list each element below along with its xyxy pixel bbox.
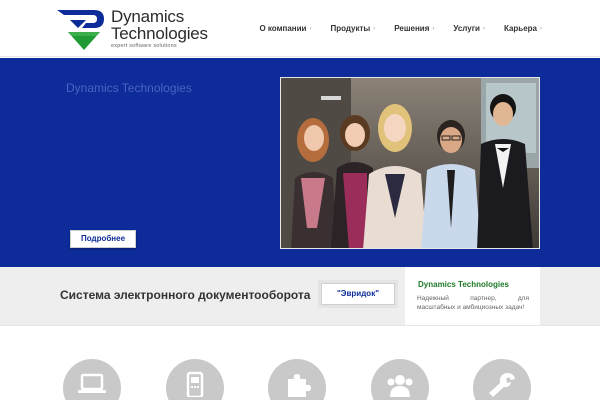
hero-slider: Dynamics Technologies Подробнее [0, 58, 600, 267]
wrench-icon [489, 373, 515, 397]
nav-item-about[interactable]: О компании › [259, 24, 311, 33]
service-users-button[interactable] [371, 359, 429, 400]
nav-item-services[interactable]: Услуги › [453, 24, 485, 33]
main-nav: О компании › Продукты › Решения › Услуги… [240, 24, 542, 33]
company-infobox: Dynamics Technologies Надежный партнер, … [405, 267, 540, 325]
mobile-phone-icon [186, 371, 204, 397]
nav-item-label: Карьера [503, 24, 537, 33]
chevron-right-icon: › [309, 25, 312, 32]
chevron-right-icon: › [373, 25, 376, 32]
company-name-line1: Dynamics [111, 7, 185, 26]
nav-item-label: Решения [394, 24, 430, 33]
banner-heading: Система электронного документооборота [60, 288, 311, 302]
evridok-button[interactable]: "Эвридок" [321, 283, 395, 305]
puzzle-icon [288, 374, 311, 397]
users-group-icon [387, 375, 413, 397]
nav-item-label: Продукты [330, 24, 371, 33]
nav-item-solutions[interactable]: Решения › [394, 24, 434, 33]
service-mobile-button[interactable] [166, 359, 224, 400]
hero-title: Dynamics Technologies [66, 81, 192, 95]
infobox-title: Dynamics Technologies [418, 280, 509, 289]
service-laptop-button[interactable] [63, 359, 121, 400]
company-logo-icon[interactable] [56, 9, 106, 51]
team-photo [280, 77, 540, 249]
more-button[interactable]: Подробнее [70, 230, 136, 248]
infobox-text: Надежный партнер, для масштабных и амбиц… [417, 295, 529, 311]
nav-item-label: О компании [259, 24, 307, 33]
chevron-right-icon: › [540, 25, 542, 32]
company-tagline: expert software solutions [111, 43, 177, 49]
company-name-line2: Technologies [111, 24, 208, 43]
laptop-icon [78, 373, 106, 393]
site-header: Dynamics Technologies expert software so… [0, 0, 600, 57]
nav-item-products[interactable]: Продукты › [330, 24, 375, 33]
company-name: Dynamics Technologies [111, 8, 208, 42]
nav-item-career[interactable]: Карьера › [504, 24, 542, 33]
service-wrench-button[interactable] [473, 359, 531, 400]
chevron-right-icon: › [482, 25, 485, 32]
nav-item-label: Услуги [453, 24, 480, 33]
service-puzzle-button[interactable] [268, 359, 326, 400]
services-section [0, 325, 600, 400]
chevron-right-icon: › [432, 25, 435, 32]
